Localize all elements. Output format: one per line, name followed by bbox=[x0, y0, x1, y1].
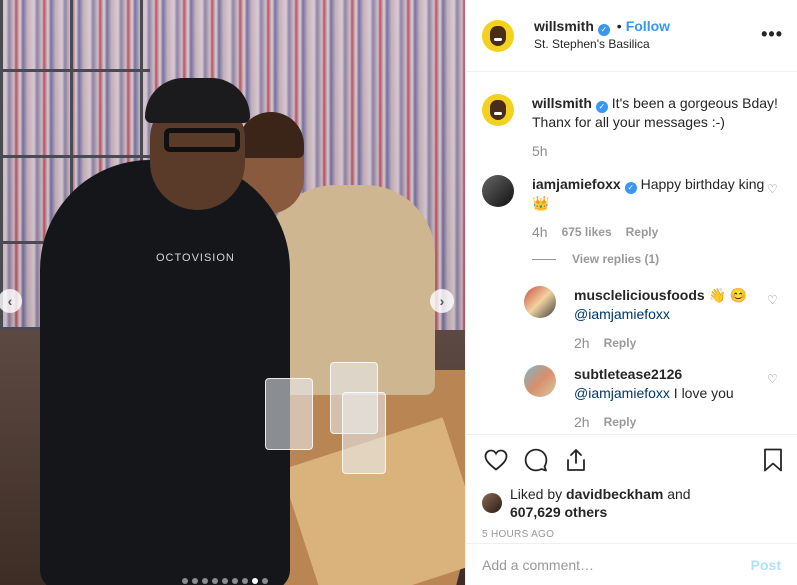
reply-time: 2h bbox=[574, 414, 590, 430]
liked-middle: and bbox=[663, 486, 691, 502]
comment-icon[interactable] bbox=[522, 446, 550, 474]
photo-glass bbox=[265, 378, 313, 450]
author-meta: willsmith ✓ • Follow St. Stephen's Basilic… bbox=[534, 18, 670, 53]
comment-text: iamjamiefoxx ✓ Happy birthday king 👑 4h 6… bbox=[532, 175, 780, 242]
liked-by-text: Liked by davidbeckham and 607,629 others bbox=[510, 485, 691, 521]
carousel-dot bbox=[192, 578, 198, 584]
liked-user[interactable]: davidbeckham bbox=[566, 486, 663, 502]
separator-dot: • bbox=[616, 18, 622, 34]
carousel-dots bbox=[182, 578, 268, 584]
liked-by: Liked by davidbeckham and 607,629 others bbox=[482, 485, 781, 521]
add-comment-bar: Post bbox=[466, 543, 797, 585]
replies-list: muscleliciousfoods 👋 😊 @iamjamiefoxx 2h … bbox=[524, 286, 781, 432]
reply-avatar[interactable] bbox=[524, 286, 556, 318]
comment-username[interactable]: iamjamiefoxx bbox=[532, 176, 621, 192]
reply-time-row: 2h Reply bbox=[574, 334, 774, 353]
comment-row: iamjamiefoxx ✓ Happy birthday king 👑 4h 6… bbox=[482, 175, 781, 242]
comment-reply-button[interactable]: Reply bbox=[626, 223, 659, 242]
verified-icon: ✓ bbox=[597, 24, 610, 36]
liked-count[interactable]: 607,629 others bbox=[510, 504, 607, 520]
verified-icon: ✓ bbox=[624, 182, 637, 194]
comments-list[interactable]: willsmith ✓ It's been a gorgeous Bday! Th… bbox=[466, 72, 797, 434]
reply-text: muscleliciousfoods 👋 😊 @iamjamiefoxx 2h … bbox=[574, 286, 774, 353]
share-icon[interactable] bbox=[562, 446, 590, 474]
avatar-face bbox=[490, 25, 506, 46]
photo-cap bbox=[145, 78, 250, 123]
verified-icon: ✓ bbox=[595, 101, 608, 113]
post-location[interactable]: St. Stephen's Basilica bbox=[534, 36, 670, 53]
reply-text: subtletease2126 @iamjamiefoxx I love you… bbox=[574, 365, 774, 432]
caption-username[interactable]: willsmith bbox=[532, 95, 592, 111]
reply-row: subtletease2126 @iamjamiefoxx I love you… bbox=[524, 365, 781, 432]
reply-reply-button[interactable]: Reply bbox=[604, 334, 637, 353]
carousel-dot bbox=[222, 578, 228, 584]
caption-time-row: 5h bbox=[532, 142, 780, 161]
reply-emoji: 👋 😊 bbox=[708, 287, 748, 303]
reply-mention[interactable]: @iamjamiefoxx bbox=[574, 385, 670, 401]
post-sidebar: willsmith ✓ • Follow St. Stephen's Basilic… bbox=[465, 0, 797, 585]
post-comment-button[interactable]: Post bbox=[751, 557, 781, 573]
reply-like-heart-icon[interactable]: ♡ bbox=[767, 294, 779, 306]
liked-prefix: Liked by bbox=[510, 486, 567, 502]
comment-input[interactable] bbox=[482, 556, 751, 573]
view-replies-line bbox=[532, 258, 556, 260]
post-time-ago[interactable]: 5 HOURS AGO bbox=[482, 529, 781, 540]
author-avatar[interactable] bbox=[482, 19, 514, 52]
caption-time: 5h bbox=[532, 143, 548, 159]
carousel-dot bbox=[262, 578, 268, 584]
carousel-next-button[interactable]: › bbox=[430, 289, 454, 313]
view-replies-label: View replies (1) bbox=[572, 252, 660, 266]
reply-username[interactable]: muscleliciousfoods bbox=[574, 287, 705, 303]
view-replies-button[interactable]: View replies (1) bbox=[532, 252, 781, 266]
reply-username[interactable]: subtletease2126 bbox=[574, 366, 682, 382]
author-username[interactable]: willsmith bbox=[534, 18, 594, 34]
carousel-dot bbox=[242, 578, 248, 584]
reply-avatar[interactable] bbox=[524, 365, 556, 397]
carousel-dot-active bbox=[252, 578, 258, 584]
caption-text: willsmith ✓ It's been a gorgeous Bday! Th… bbox=[532, 94, 780, 161]
reply-time: 2h bbox=[574, 335, 590, 351]
reply-row: muscleliciousfoods 👋 😊 @iamjamiefoxx 2h … bbox=[524, 286, 781, 353]
reply-like-heart-icon[interactable]: ♡ bbox=[767, 373, 779, 385]
more-options-icon[interactable]: ••• bbox=[761, 25, 783, 43]
post-photo[interactable]: OCTOVISION ‹ › bbox=[0, 0, 465, 585]
post-actions: Liked by davidbeckham and 607,629 others… bbox=[466, 434, 797, 544]
photo-glasses bbox=[164, 128, 240, 152]
reply-time-row: 2h Reply bbox=[574, 413, 774, 432]
post-header: willsmith ✓ • Follow St. Stephen's Basilic… bbox=[466, 0, 797, 72]
heart-icon[interactable] bbox=[482, 446, 510, 474]
follow-button[interactable]: Follow bbox=[626, 18, 670, 34]
photo-man bbox=[40, 160, 290, 585]
liked-by-avatar[interactable] bbox=[482, 493, 502, 513]
reply-body: I love you bbox=[669, 385, 734, 401]
comment-like-heart-icon[interactable]: ♡ bbox=[767, 183, 779, 195]
comment-likes[interactable]: 675 likes bbox=[562, 223, 612, 242]
bookmark-icon[interactable] bbox=[759, 446, 787, 474]
carousel-dot bbox=[212, 578, 218, 584]
comment-time: 4h bbox=[532, 224, 548, 240]
photo-glass bbox=[342, 392, 386, 474]
reply-mention[interactable]: @iamjamiefoxx bbox=[574, 306, 670, 322]
comment-time-row: 4h 675 likes Reply bbox=[532, 223, 780, 242]
author-avatar[interactable] bbox=[482, 94, 514, 126]
avatar-face bbox=[490, 100, 506, 120]
action-icons bbox=[482, 445, 782, 475]
reply-reply-button[interactable]: Reply bbox=[604, 413, 637, 432]
carousel-dot bbox=[182, 578, 188, 584]
carousel-dot bbox=[232, 578, 238, 584]
caption-row: willsmith ✓ It's been a gorgeous Bday! Th… bbox=[482, 94, 781, 161]
photo-shirt-text: OCTOVISION bbox=[156, 252, 235, 264]
commenter-avatar[interactable] bbox=[482, 175, 514, 207]
carousel-dot bbox=[202, 578, 208, 584]
